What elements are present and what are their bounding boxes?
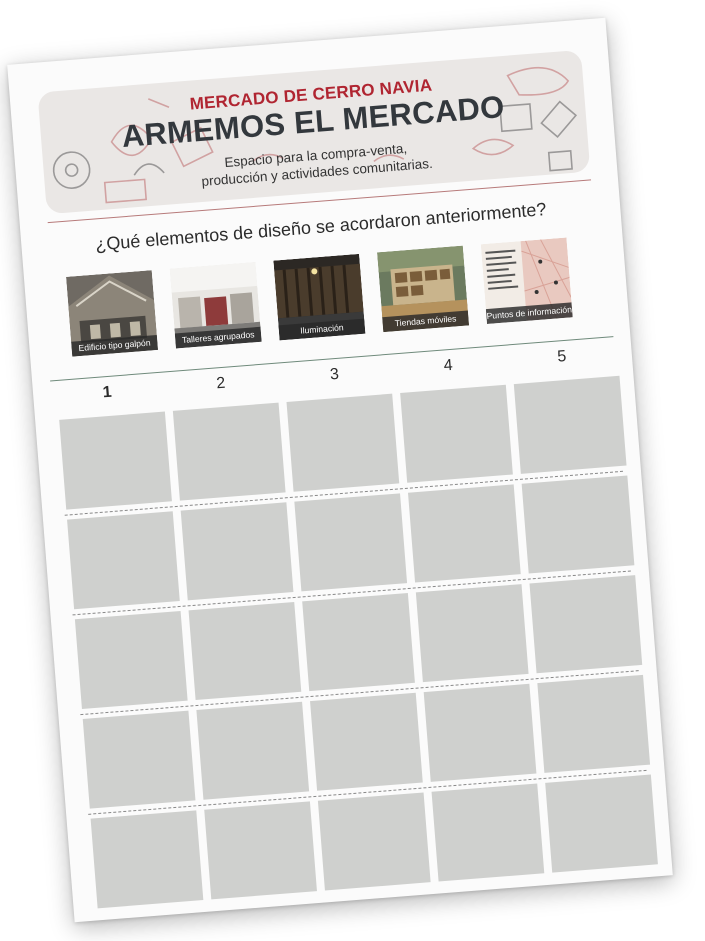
grid-cell [286,393,400,492]
design-element-lighting: Iluminación [273,253,366,341]
grid-cell [82,710,196,809]
grid-cell [196,701,310,800]
grid-cell [407,484,521,583]
grid-cell [423,683,537,782]
design-element-warehouse: Edificio tipo galpón [66,270,159,357]
grid-cell [59,411,172,510]
grid-cell [67,511,180,610]
grid-cell [90,810,204,909]
column-number: 4 [443,356,454,375]
design-element-workshops: Talleres agrupados [169,261,262,349]
grid-cell [204,801,317,900]
design-elements-row: Edificio tipo galpón Talleres agrupados [66,236,591,359]
column-number: 1 [102,383,113,402]
grid-cell [180,502,294,601]
grid-cell [74,610,188,709]
column-number: 3 [329,365,340,384]
column-number: 5 [556,347,567,366]
grid-cell [294,493,408,592]
grid-cell [545,774,658,873]
grid-cell [537,674,651,773]
worksheet-page: MERCADO DE CERRO NAVIA ARMEMOS EL MERCAD… [7,17,673,923]
grid-cell [513,375,627,474]
grid-cell [302,593,415,692]
grid-cell [400,384,513,483]
grid-cell [529,575,643,674]
design-element-mobile-stores: Tiendas móviles [377,245,470,333]
grid-cell [310,692,423,791]
grid-cell [415,584,529,683]
grid-cell [317,792,431,891]
column-number: 2 [215,374,226,393]
grid-cell [521,475,635,574]
grid-cell [431,783,545,882]
response-grid [57,374,658,916]
header-banner: MERCADO DE CERRO NAVIA ARMEMOS EL MERCAD… [37,49,591,215]
grid-cell [188,601,302,701]
design-element-info-points: Puntos de información [480,237,573,325]
grid-cell [172,402,286,501]
